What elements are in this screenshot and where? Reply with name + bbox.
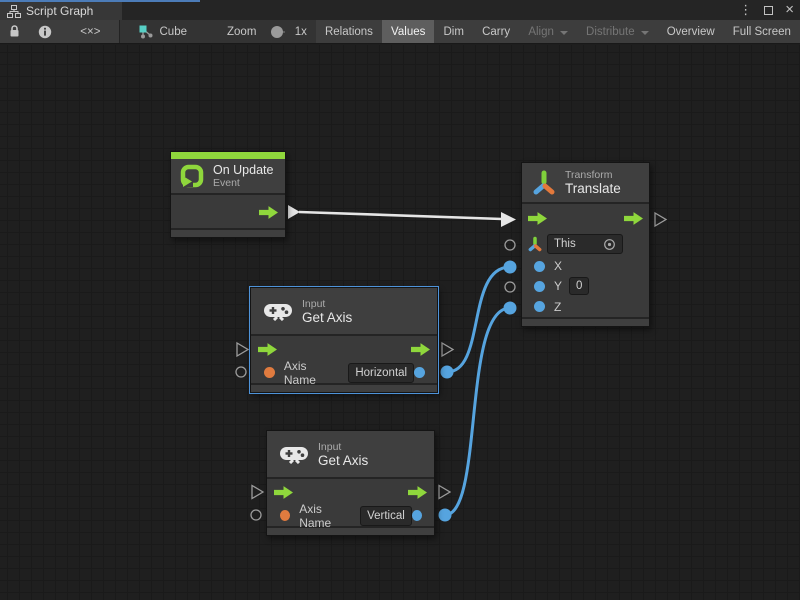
zoom-value: 1x [293, 20, 316, 43]
axis-name-port-dot[interactable] [280, 510, 290, 521]
close-icon[interactable]: × [785, 0, 794, 20]
transform-mini-icon [528, 236, 542, 252]
graph-toolbar: <×> Cube Zoom 1x Relations Values Dim [0, 20, 800, 44]
result-port-dot[interactable] [412, 510, 422, 521]
flow-row [251, 336, 437, 362]
node-category: Input [318, 441, 368, 453]
axis-name-field[interactable]: Vertical [360, 506, 412, 526]
window-menu-icon[interactable]: ⋮ [739, 0, 752, 20]
node-get-axis-horizontal[interactable]: Input Get Axis Axis Name Horizontal [250, 287, 438, 393]
node-category: Input [302, 298, 352, 310]
flow-in-arrow-icon[interactable] [528, 212, 547, 225]
object-picker-icon[interactable] [603, 238, 616, 251]
graph-name: Cube [160, 26, 188, 38]
flow-in-arrow-icon[interactable] [274, 486, 293, 499]
y-input-row: Y 0 [522, 276, 649, 296]
result-port-dot[interactable] [414, 367, 425, 378]
node-footer [522, 319, 649, 326]
script-graph-window: Script Graph ⋮ × <×> [0, 0, 800, 600]
node-get-axis-vertical[interactable]: Input Get Axis Axis Name Vertical [266, 430, 435, 536]
flow-out-arrow-icon[interactable] [624, 212, 643, 225]
zoom-slider[interactable] [273, 31, 284, 33]
zoom-label: Zoom [218, 20, 265, 43]
transform-icon [532, 169, 556, 196]
z-input-row: Z [522, 296, 649, 317]
tab-script-graph[interactable]: Script Graph [0, 2, 122, 20]
zoom-slider-handle[interactable] [271, 26, 283, 38]
dim-button[interactable]: Dim [434, 20, 472, 43]
fullscreen-button[interactable]: Full Screen [724, 20, 800, 43]
axis-name-label: Axis Name [284, 359, 341, 387]
axis-name-field[interactable]: Horizontal [348, 363, 414, 383]
node-title: Get Axis [302, 310, 352, 325]
node-title: On Update [213, 163, 273, 177]
this-row: This [522, 232, 649, 256]
z-label: Z [554, 300, 561, 314]
tab-bar: Script Graph ⋮ × [0, 0, 800, 20]
carry-button[interactable]: Carry [473, 20, 519, 43]
node-subtitle: Event [213, 177, 273, 189]
overview-button[interactable]: Overview [658, 20, 724, 43]
script-graph-icon [7, 5, 21, 18]
node-footer [171, 230, 285, 237]
axis-name-row: Axis Name Horizontal [251, 362, 437, 383]
edit-graph-glyph: <×> [80, 26, 100, 38]
node-title: Get Axis [318, 453, 368, 468]
gamepad-icon [279, 445, 309, 464]
align-button[interactable]: Align [519, 20, 577, 43]
node-title: Translate [565, 181, 621, 196]
flow-out-arrow-icon[interactable] [408, 486, 427, 499]
x-input-row: X [522, 256, 649, 276]
node-translate[interactable]: Transform Translate This [521, 162, 650, 327]
this-object-field[interactable]: This [547, 234, 623, 254]
flow-row [522, 204, 649, 232]
y-value-field[interactable]: 0 [569, 277, 589, 295]
dropdown-caret-icon [560, 31, 568, 35]
dropdown-caret-icon [641, 31, 649, 35]
axis-name-port-dot[interactable] [264, 367, 275, 378]
maximize-icon[interactable] [764, 6, 773, 15]
distribute-button[interactable]: Distribute [577, 20, 658, 43]
flow-in-arrow-icon[interactable] [258, 343, 277, 356]
relations-button[interactable]: Relations [316, 20, 382, 43]
lock-icon [9, 25, 20, 38]
info-icon [38, 25, 52, 39]
axis-name-label: Axis Name [299, 502, 353, 530]
node-on-update[interactable]: On Update Event [170, 151, 286, 238]
z-port-dot[interactable] [534, 301, 545, 312]
flow-out-arrow-icon[interactable] [411, 343, 430, 356]
window-controls: ⋮ × [739, 0, 794, 20]
y-label: Y [554, 279, 562, 293]
graph-nest-icon [139, 25, 154, 39]
node-category: Transform [565, 169, 621, 181]
event-stripe [171, 152, 285, 159]
on-update-icon [179, 163, 205, 189]
values-button[interactable]: Values [382, 20, 434, 43]
gamepad-icon [263, 302, 293, 321]
edit-graph-button[interactable]: <×> [61, 20, 119, 43]
tab-title: Script Graph [26, 4, 93, 18]
node-footer [251, 385, 437, 392]
lock-button[interactable] [0, 20, 29, 43]
y-port-dot[interactable] [534, 281, 545, 292]
graph-reference-button[interactable]: Cube [130, 20, 197, 43]
x-port-dot[interactable] [534, 261, 545, 272]
flow-out-arrow-icon[interactable] [259, 206, 278, 219]
x-label: X [554, 259, 562, 273]
axis-name-row: Axis Name Vertical [267, 505, 434, 526]
info-button[interactable] [29, 20, 61, 43]
